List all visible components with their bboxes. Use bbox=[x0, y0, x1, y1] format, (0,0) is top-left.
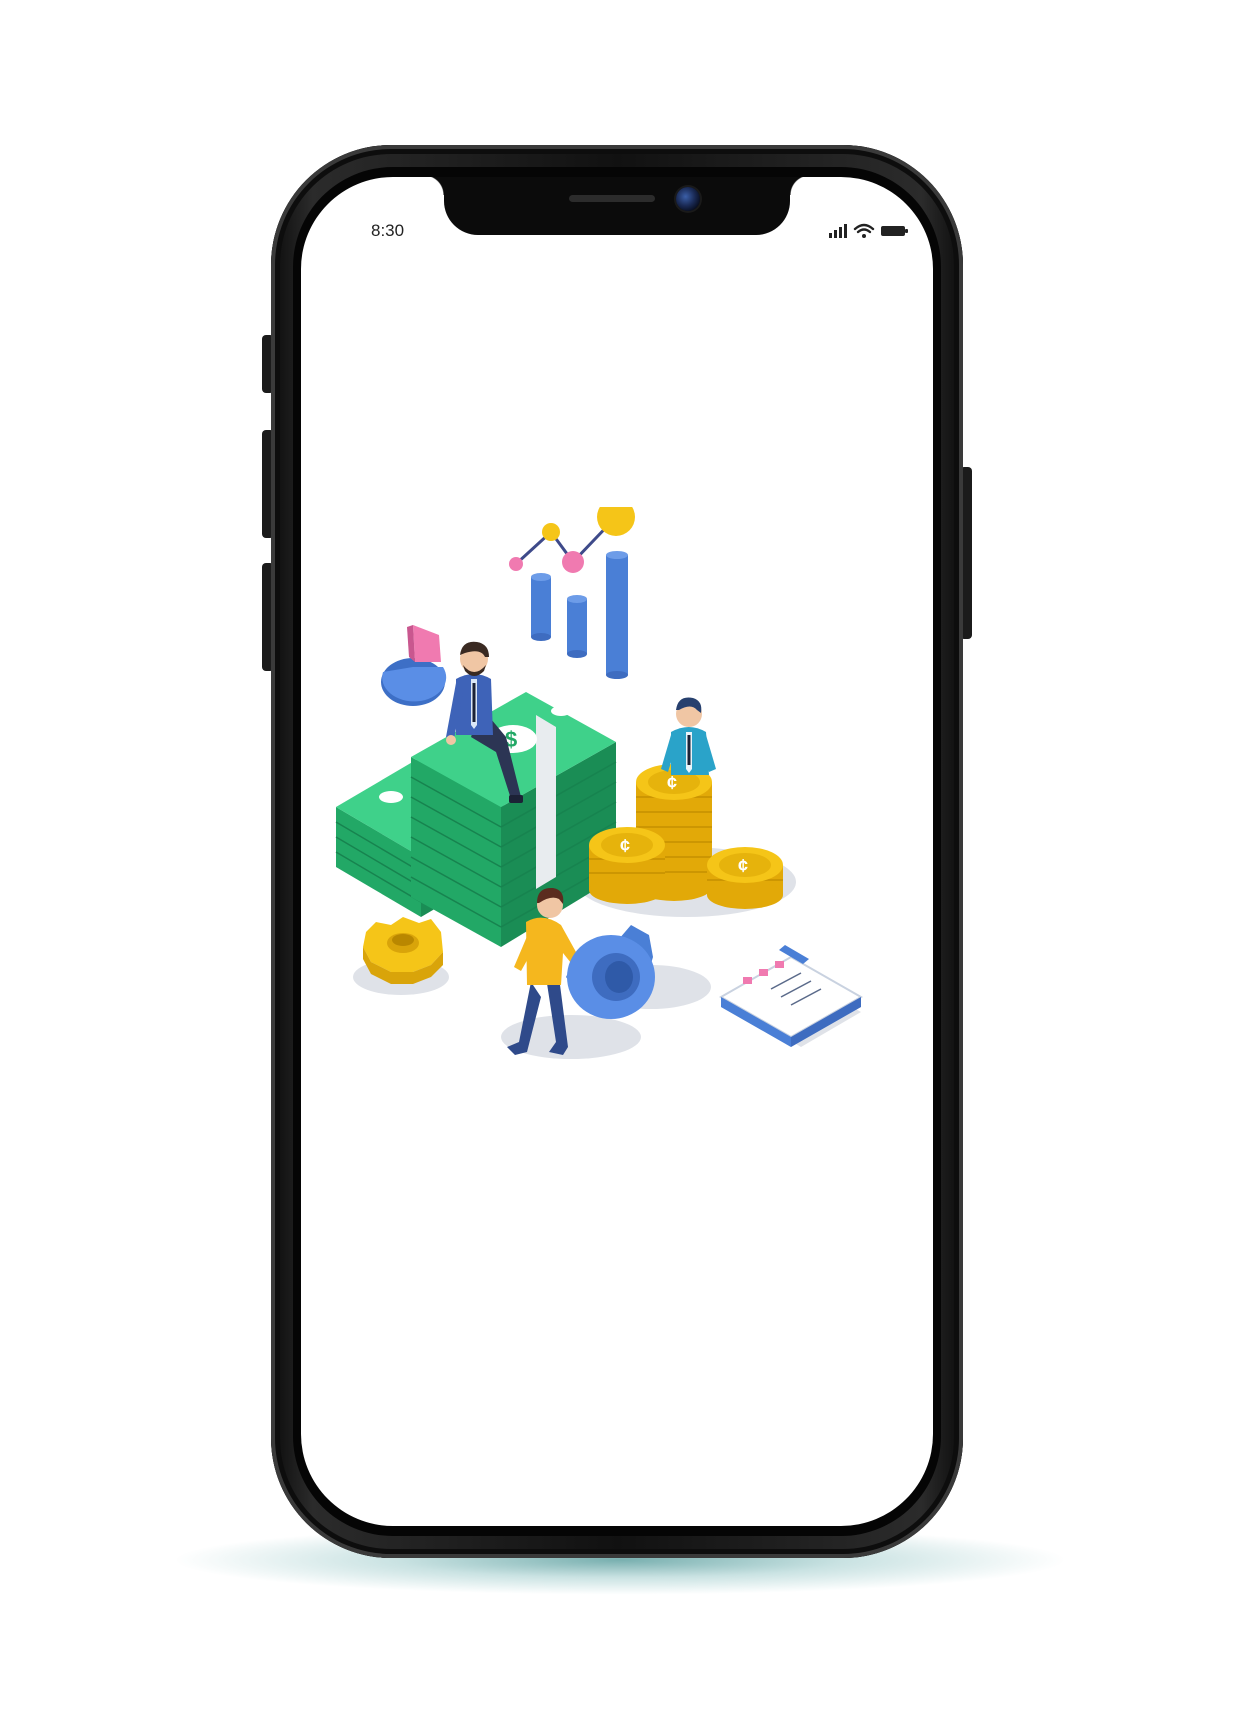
growth-chart-icon bbox=[509, 507, 635, 679]
trend-point bbox=[562, 551, 584, 573]
checklist-icon bbox=[718, 945, 864, 1047]
chart-bar bbox=[567, 595, 587, 658]
cent-symbol: ¢ bbox=[620, 836, 630, 856]
finance-illustration: $ ¢ ¢ ¢ bbox=[335, 507, 864, 1059]
coin-stack-right: ¢ bbox=[707, 847, 783, 909]
wifi-icon bbox=[853, 223, 875, 238]
status-time: 8:30 bbox=[371, 221, 405, 240]
gear-icon bbox=[363, 917, 443, 984]
coin-stack-left: ¢ bbox=[589, 827, 665, 904]
pie-chart-icon bbox=[381, 625, 447, 706]
front-camera bbox=[676, 187, 700, 211]
battery-icon bbox=[881, 226, 908, 236]
phone-frame: 8:30 $ ¢ ¢ ¢ bbox=[271, 145, 963, 1558]
person-standing bbox=[661, 697, 716, 775]
chart-bar bbox=[606, 551, 628, 679]
cent-symbol: ¢ bbox=[667, 773, 677, 793]
trend-point bbox=[509, 557, 523, 571]
earpiece-speaker bbox=[569, 195, 655, 202]
chart-bar bbox=[531, 573, 551, 641]
gear-icon bbox=[566, 925, 655, 1019]
status-icons bbox=[829, 223, 908, 238]
signal-icon bbox=[829, 224, 847, 238]
trend-point bbox=[542, 523, 560, 541]
money-stack-large: $ bbox=[410, 692, 617, 947]
cent-symbol: ¢ bbox=[738, 856, 748, 876]
phone-screen: 8:30 $ ¢ ¢ ¢ bbox=[301, 177, 933, 1526]
phone-notch bbox=[424, 177, 810, 235]
